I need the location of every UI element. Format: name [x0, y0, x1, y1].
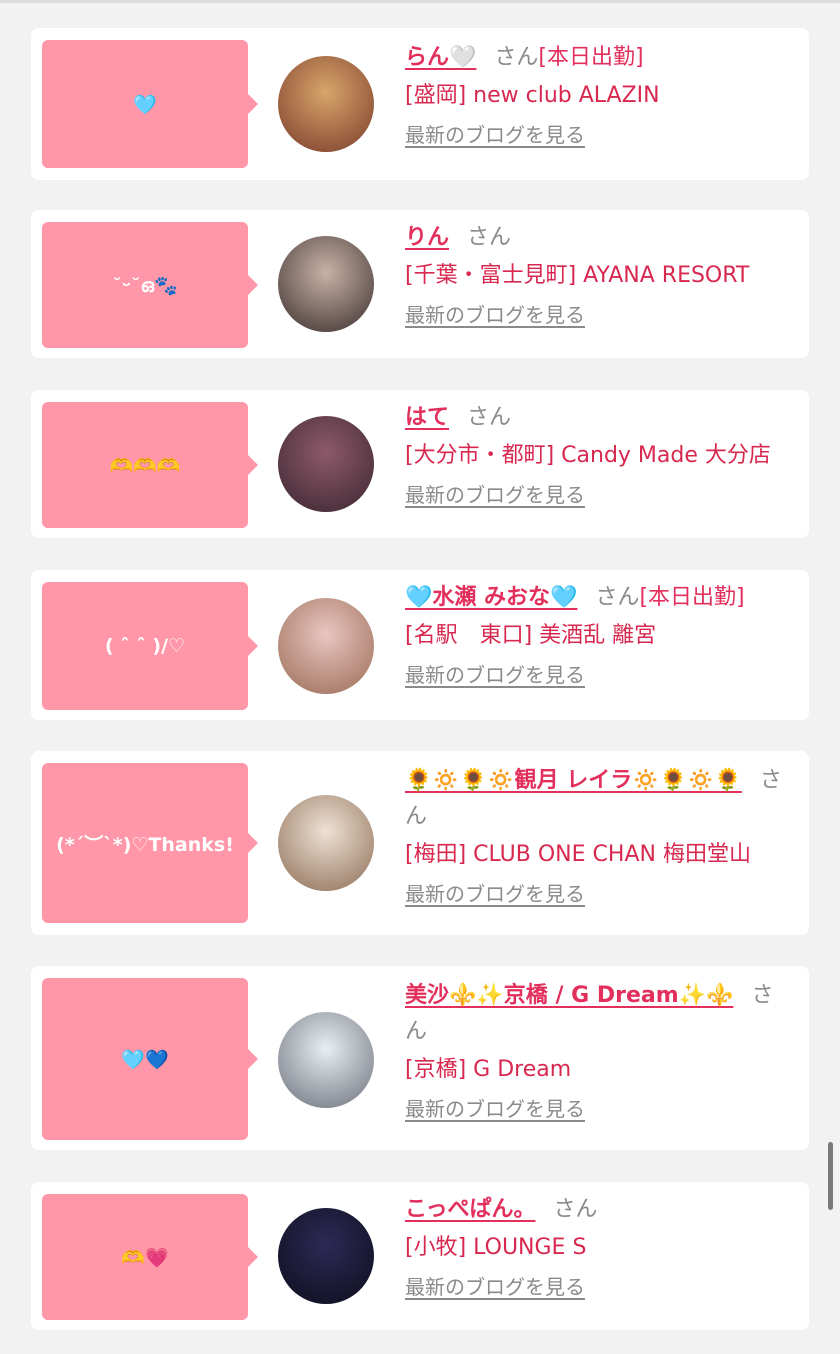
list-item[interactable]: 🩵💙 美沙⚜️✨京橋 / G Dream✨⚜️ さん [京橋] G Dream 最…: [31, 966, 809, 1150]
list-item[interactable]: ( ˆ ˆ )/♡ 🩵水瀬 みおな🩵 さん[本日出勤] [名駅 東口] 美酒乱 離…: [31, 570, 809, 720]
shop-info: [盛岡] new club ALAZIN: [405, 83, 660, 108]
cast-name-link[interactable]: りん: [405, 225, 449, 250]
top-divider: [0, 0, 840, 3]
message-bubble: (*´︶`*)♡Thanks!: [42, 763, 258, 923]
list-item[interactable]: 🫶🫶🫶 はて さん [大分市・都町] Candy Made 大分店 最新のブログを…: [31, 390, 809, 538]
shop-info: [梅田] CLUB ONE CHAN 梅田堂山: [405, 842, 751, 867]
message-bubble: ( ˆ ˆ )/♡: [42, 582, 258, 710]
latest-blog-link[interactable]: 最新のブログを見る: [405, 660, 585, 690]
shop-info: [千葉・富士見町] AYANA RESORT: [405, 263, 750, 288]
shop-info: [京橋] G Dream: [405, 1057, 572, 1082]
cast-name-link[interactable]: はて: [405, 405, 449, 430]
avatar[interactable]: [278, 56, 374, 152]
avatar[interactable]: [278, 236, 374, 332]
san-suffix: さん: [467, 405, 512, 430]
message-bubble: 🫶🫶🫶: [42, 402, 258, 528]
latest-blog-link[interactable]: 最新のブログを見る: [405, 300, 585, 330]
message-bubble: 🩵💙: [42, 978, 258, 1140]
shop-info: [小牧] LOUNGE S: [405, 1235, 587, 1260]
cast-name-link[interactable]: こっぺぱん。: [405, 1197, 535, 1222]
list-item[interactable]: 🩵 らん🤍 さん[本日出勤] [盛岡] new club ALAZIN 最新のブロ…: [31, 28, 809, 180]
message-bubble: 🩵: [42, 40, 258, 168]
latest-blog-link[interactable]: 最新のブログを見る: [405, 1272, 585, 1302]
attendance-tag: [本日出勤]: [639, 585, 745, 610]
cast-name-link[interactable]: 🩵水瀬 みおな🩵: [405, 585, 577, 610]
avatar[interactable]: [278, 598, 374, 694]
avatar[interactable]: [278, 416, 374, 512]
san-suffix: さん: [467, 225, 512, 250]
latest-blog-link[interactable]: 最新のブログを見る: [405, 480, 585, 510]
san-suffix: さん: [553, 1197, 598, 1222]
latest-blog-link[interactable]: 最新のブログを見る: [405, 879, 585, 909]
avatar[interactable]: [278, 1208, 374, 1304]
list-item[interactable]: 🫶💗 こっぺぱん。 さん [小牧] LOUNGE S 最新のブログを見る: [31, 1182, 809, 1330]
san-suffix: さん: [494, 45, 539, 70]
shop-info: [名駅 東口] 美酒乱 離宮: [405, 623, 657, 648]
scrollbar-thumb[interactable]: [828, 1142, 833, 1210]
latest-blog-link[interactable]: 最新のブログを見る: [405, 120, 585, 150]
message-bubble: 🫶💗: [42, 1194, 258, 1320]
list-item[interactable]: ˘ᵕ˘ഒ🐾 りん さん [千葉・富士見町] AYANA RESORT 最新のブログ…: [31, 210, 809, 358]
latest-blog-link[interactable]: 最新のブログを見る: [405, 1094, 585, 1124]
list-item[interactable]: (*´︶`*)♡Thanks! 🌻🔅🌻🔅観月 レイラ🔅🌻🔅🌻 さん [梅田] CL…: [31, 751, 809, 935]
avatar[interactable]: [278, 1012, 374, 1108]
san-suffix: さん: [595, 585, 640, 610]
shop-info: [大分市・都町] Candy Made 大分店: [405, 443, 771, 468]
attendance-tag: [本日出勤]: [538, 45, 644, 70]
message-bubble: ˘ᵕ˘ഒ🐾: [42, 222, 258, 348]
cast-name-link[interactable]: 🌻🔅🌻🔅観月 レイラ🔅🌻🔅🌻: [405, 768, 742, 793]
avatar[interactable]: [278, 795, 374, 891]
cast-name-link[interactable]: らん🤍: [405, 45, 476, 70]
cast-name-link[interactable]: 美沙⚜️✨京橋 / G Dream✨⚜️: [405, 983, 733, 1008]
